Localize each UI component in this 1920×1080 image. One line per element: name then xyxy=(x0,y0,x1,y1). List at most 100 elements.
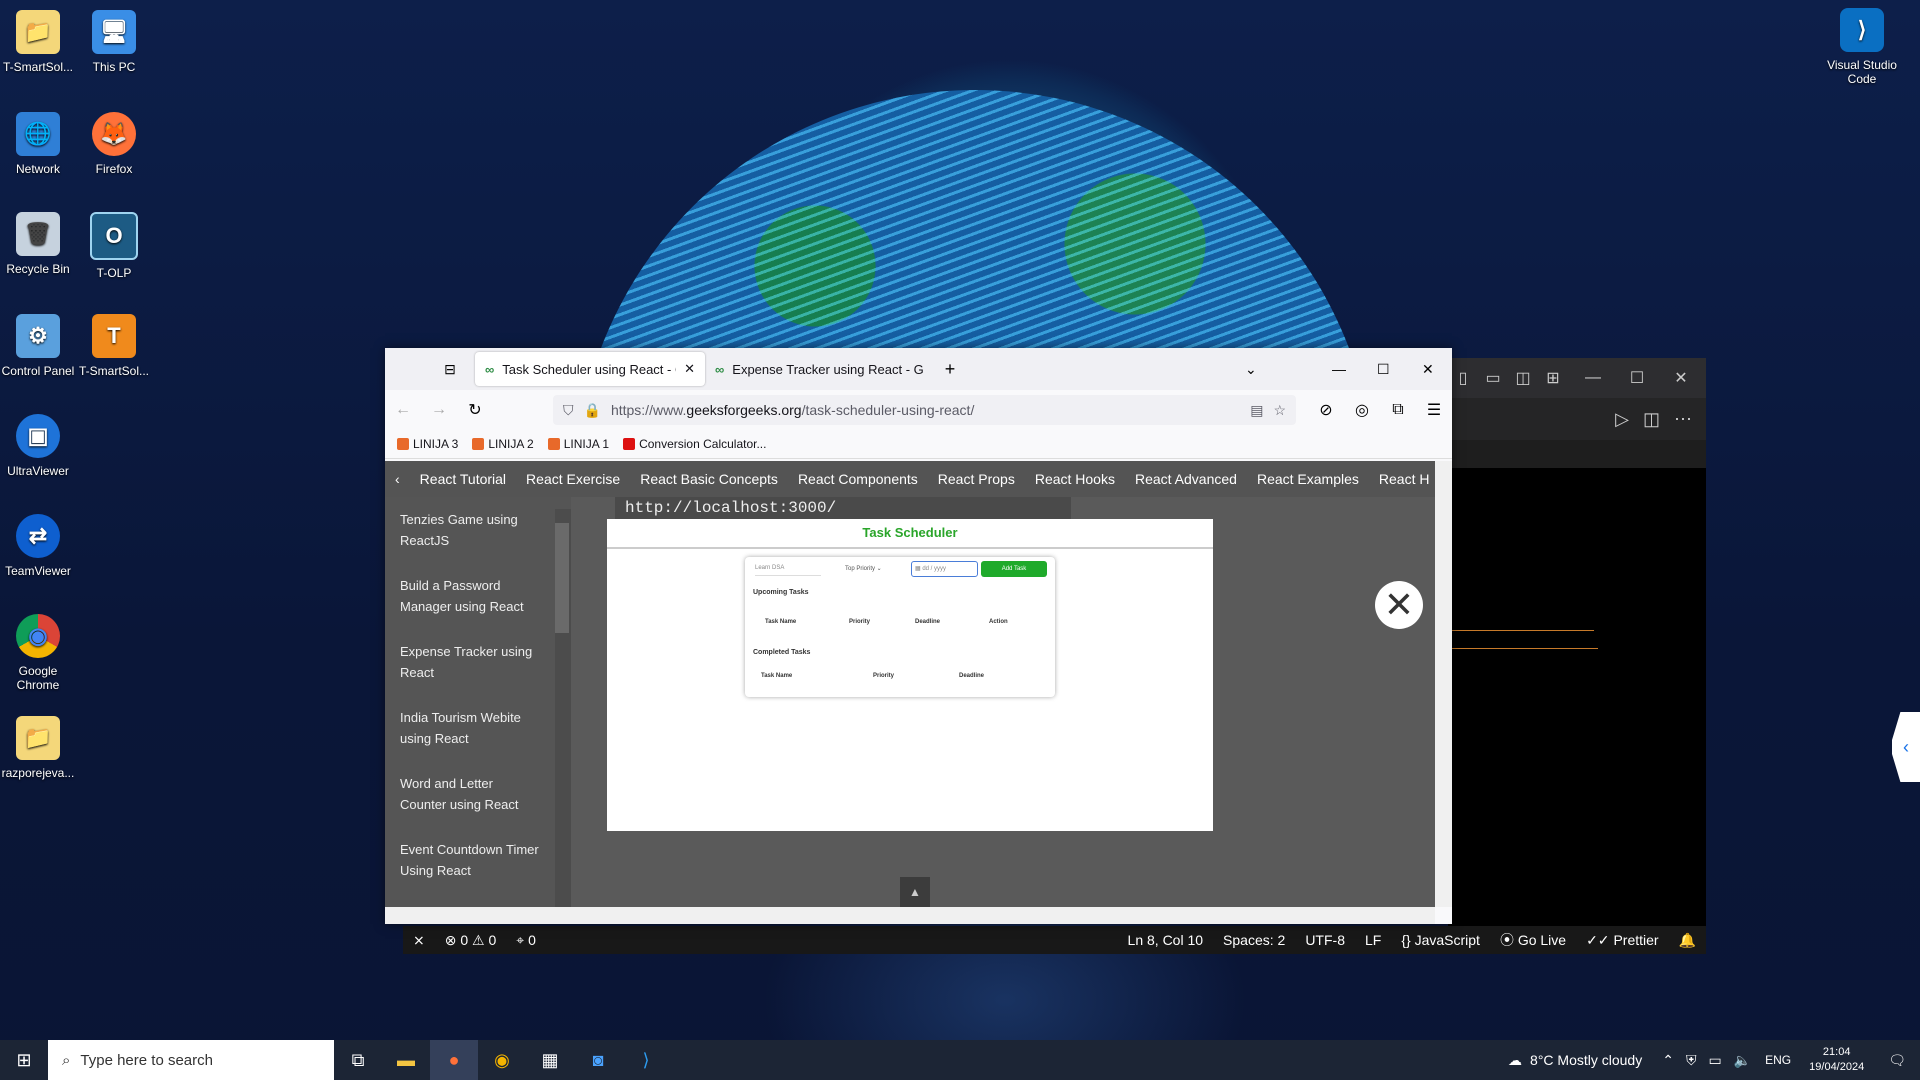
run-icon[interactable]: ▷ xyxy=(1615,409,1629,430)
new-tab-icon[interactable]: + xyxy=(935,359,965,380)
desktop-icon-tsmartsol[interactable]: 📁 T-SmartSol... xyxy=(0,10,76,74)
url-bar[interactable]: ⛉ 🔒 https://www.geeksforgeeks.org/task-s… xyxy=(553,395,1296,425)
volume-icon[interactable]: 🔈 xyxy=(1728,1052,1757,1069)
end-of-line[interactable]: LF xyxy=(1355,932,1391,948)
nav-item[interactable]: React Basic Concepts xyxy=(630,471,788,487)
menu-icon[interactable]: ☰ xyxy=(1416,400,1452,420)
close-icon[interactable]: ✕ xyxy=(1666,368,1696,388)
minimize-icon[interactable]: — xyxy=(1578,369,1608,387)
indentation[interactable]: Spaces: 2 xyxy=(1213,932,1295,948)
minimize-icon[interactable]: — xyxy=(1332,361,1346,377)
weather-icon[interactable]: ☁ xyxy=(1500,1052,1530,1069)
bookmark-star-icon[interactable]: ☆ xyxy=(1273,402,1286,419)
clock[interactable]: 21:04 19/04/2024 xyxy=(1799,1045,1874,1075)
desktop-icon-google-chrome[interactable]: ◉ Google Chrome xyxy=(0,614,76,692)
pocket-icon[interactable]: ⊘ xyxy=(1308,400,1344,420)
reload-icon[interactable]: ↻ xyxy=(457,400,493,420)
input-language[interactable]: ENG xyxy=(1757,1053,1799,1067)
go-live-button[interactable]: ⦿ Go Live xyxy=(1490,930,1576,950)
close-window-icon[interactable]: ✕ xyxy=(1422,361,1434,378)
encoding[interactable]: UTF-8 xyxy=(1295,932,1355,948)
lock-icon[interactable]: 🔒 xyxy=(584,402,601,419)
taskbar-search[interactable]: ⌕ Type here to search xyxy=(48,1040,334,1080)
taskbar-vscode[interactable]: ⟩ xyxy=(622,1040,670,1080)
bell-icon[interactable]: 🔔 xyxy=(1669,932,1706,949)
bookmark-conversion-calculator[interactable]: Conversion Calculator... xyxy=(623,437,766,451)
desktop-icon-vscode[interactable]: ⟩ Visual Studio Code xyxy=(1822,8,1902,86)
problems-indicator[interactable]: ⊗ 0 ⚠ 0 xyxy=(435,932,507,949)
page-vertical-scrollbar[interactable] xyxy=(1435,461,1452,907)
desktop-icon-razporejeva[interactable]: 📁 razporejeva... xyxy=(0,716,76,780)
forward-icon[interactable]: → xyxy=(421,401,457,419)
split-editor-icon[interactable]: ◫ xyxy=(1643,409,1660,430)
nav-item[interactable]: React Props xyxy=(928,471,1025,487)
sidebar-link[interactable]: Expense Tracker using React xyxy=(385,641,540,683)
tab-expense-tracker[interactable]: ∞ Expense Tracker using React - G xyxy=(705,352,935,386)
network-icon[interactable]: ▭ xyxy=(1702,1052,1727,1069)
language-mode[interactable]: {} JavaScript xyxy=(1391,932,1490,948)
list-tabs-icon[interactable]: ⌄ xyxy=(1245,361,1257,378)
desktop-icon-ultraviewer[interactable]: ▣ UltraViewer xyxy=(0,414,76,478)
sidebar-link[interactable]: India Tourism Webite using React xyxy=(385,707,540,749)
nav-item[interactable]: React H xyxy=(1369,471,1435,487)
reader-view-icon[interactable]: ▤ xyxy=(1250,402,1263,419)
sidebar-scroll-thumb[interactable] xyxy=(555,523,569,633)
desktop-icon-recycle-bin[interactable]: 🗑 Recycle Bin xyxy=(0,212,76,276)
task-view-button[interactable]: ⧉ xyxy=(334,1040,382,1080)
maximize-icon[interactable]: ☐ xyxy=(1622,368,1652,388)
start-button[interactable]: ⊞ xyxy=(0,1040,48,1080)
tab-task-scheduler[interactable]: ∞ Task Scheduler using React - Ge ✕ xyxy=(475,352,705,386)
deadline-input[interactable]: ▦ dd / yyyy xyxy=(911,561,978,577)
nav-prev-icon[interactable]: ‹ xyxy=(385,471,410,487)
notifications-icon[interactable]: 🗨 xyxy=(1874,1052,1920,1069)
sidebar-link[interactable]: Build a Password Manager using React xyxy=(385,575,540,617)
nav-item[interactable]: React Hooks xyxy=(1025,471,1125,487)
bookmark-linija-3[interactable]: LINIJA 3 xyxy=(397,437,458,451)
page-horizontal-scrollbar[interactable] xyxy=(385,907,1435,924)
priority-select[interactable]: Top Priority ⌄ xyxy=(845,565,905,575)
taskbar-firefox[interactable]: ● xyxy=(430,1040,478,1080)
desktop-icon-network[interactable]: 🌐 Network xyxy=(0,112,76,176)
taskbar-chrome[interactable]: ◉ xyxy=(478,1040,526,1080)
toggle-secondary-sidebar-icon[interactable]: ◫ xyxy=(1508,368,1538,388)
taskbar-calculator[interactable]: ▦ xyxy=(526,1040,574,1080)
show-hidden-icons-icon[interactable]: ⌃ xyxy=(1656,1052,1680,1069)
close-preview-button[interactable]: ✕ xyxy=(1375,581,1423,629)
account-icon[interactable]: ◎ xyxy=(1344,400,1380,420)
defender-icon[interactable]: ⛨ xyxy=(1680,1052,1703,1069)
cursor-position[interactable]: Ln 8, Col 10 xyxy=(1118,932,1214,948)
editor-area[interactable] xyxy=(1448,468,1706,954)
ports-indicator[interactable]: ⌖ 0 xyxy=(506,932,546,949)
sidebar-link[interactable]: Event Countdown Timer Using React xyxy=(385,839,540,881)
desktop-icon-firefox[interactable]: 🦊 Firefox xyxy=(76,112,152,176)
toggle-panel-icon[interactable]: ▭ xyxy=(1478,368,1508,388)
close-tab-icon[interactable]: ✕ xyxy=(684,361,695,377)
bookmark-linija-1[interactable]: LINIJA 1 xyxy=(547,437,609,451)
customize-layout-icon[interactable]: ⊞ xyxy=(1538,368,1568,388)
add-task-button[interactable]: Add Task xyxy=(981,561,1047,577)
weather-text[interactable]: 8°C Mostly cloudy xyxy=(1530,1052,1656,1068)
sidebar-link[interactable]: Tenzies Game using ReactJS xyxy=(385,509,540,551)
nav-item[interactable]: React Components xyxy=(788,471,928,487)
nav-item[interactable]: React Tutorial xyxy=(410,471,516,487)
nav-item[interactable]: React Examples xyxy=(1247,471,1369,487)
more-actions-icon[interactable]: ⋯ xyxy=(1674,409,1692,430)
back-icon[interactable]: ← xyxy=(385,401,421,419)
desktop-icon-control-panel[interactable]: ⚙ Control Panel xyxy=(0,314,76,378)
nav-item[interactable]: React Advanced xyxy=(1125,471,1247,487)
bookmark-linija-2[interactable]: LINIJA 2 xyxy=(472,437,534,451)
prettier-button[interactable]: ✓✓ Prettier xyxy=(1576,932,1668,949)
tracking-shield-icon[interactable]: ⛉ xyxy=(563,402,574,419)
desktop-icon-t-olp[interactable]: O T-OLP xyxy=(76,212,152,280)
task-name-input[interactable]: Learn DSA xyxy=(755,565,821,576)
sidebar-link[interactable]: Word and Letter Counter using React xyxy=(385,773,540,815)
maximize-icon[interactable]: ☐ xyxy=(1377,361,1390,378)
nav-item[interactable]: React Exercise xyxy=(516,471,630,487)
scroll-to-top-button[interactable]: ▲ xyxy=(900,877,930,907)
firefox-view-icon[interactable]: ⊟ xyxy=(435,361,465,378)
desktop-icon-this-pc[interactable]: 🖥 This PC xyxy=(76,10,152,74)
remote-icon[interactable]: ⨯ xyxy=(403,932,435,949)
taskbar-file-explorer[interactable]: ▬ xyxy=(382,1040,430,1080)
toggle-sidebar-icon[interactable]: ▯ xyxy=(1448,368,1478,388)
taskbar-ultraviewer[interactable]: ◙ xyxy=(574,1040,622,1080)
